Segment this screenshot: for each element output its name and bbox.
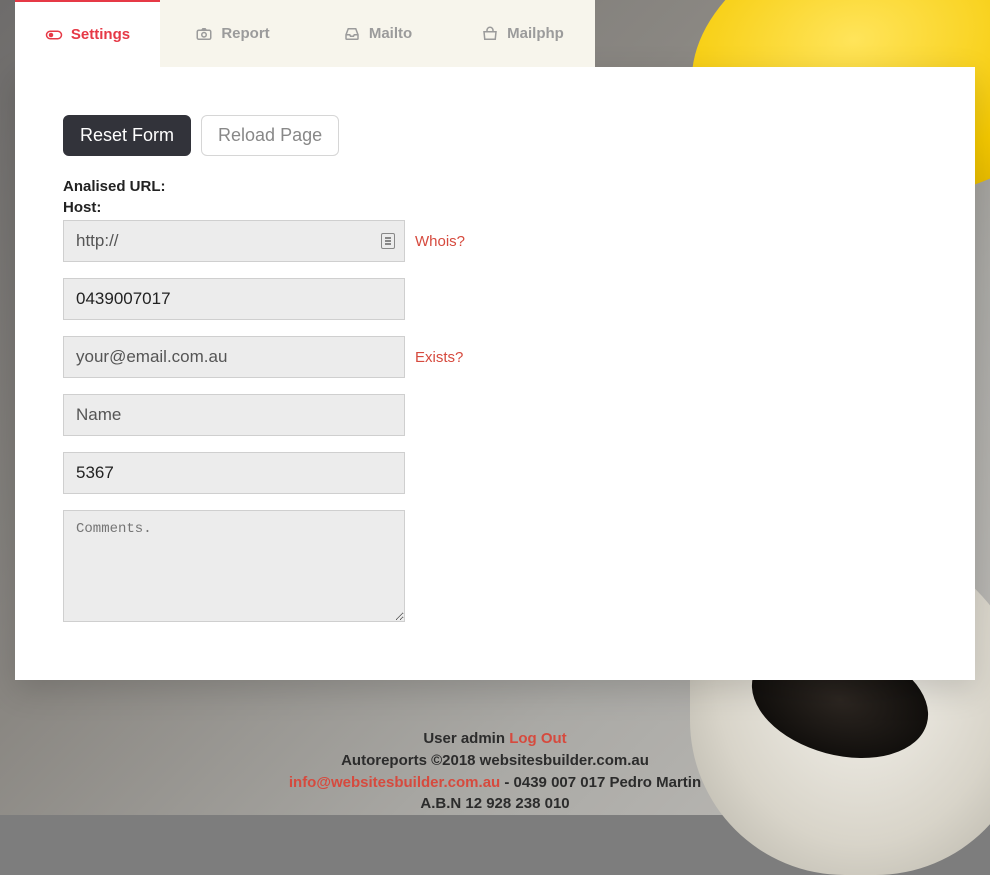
- footer-email-link[interactable]: info@websitesbuilder.com.au: [289, 774, 500, 791]
- email-input[interactable]: [63, 336, 405, 378]
- tab-label: Mailto: [369, 25, 412, 42]
- exists-link[interactable]: Exists?: [415, 349, 463, 366]
- inbox-icon: [343, 25, 361, 43]
- name-input[interactable]: [63, 394, 405, 436]
- logout-link[interactable]: Log Out: [509, 730, 566, 747]
- analised-url-label: Analised URL:: [63, 178, 927, 195]
- toggle-icon: [45, 26, 63, 44]
- footer-contact: - 0439 007 017 Pedro Martin: [500, 774, 701, 791]
- reset-form-button[interactable]: Reset Form: [63, 115, 191, 156]
- footer-user: User admin: [423, 730, 509, 747]
- comments-textarea[interactable]: [63, 510, 405, 622]
- settings-panel: Reset Form Reload Page Analised URL: Hos…: [15, 67, 975, 680]
- host-input[interactable]: [63, 220, 405, 262]
- whois-link[interactable]: Whois?: [415, 233, 465, 250]
- tab-report[interactable]: Report: [160, 0, 305, 67]
- phone-input[interactable]: [63, 278, 405, 320]
- footer: User admin Log Out Autoreports ©2018 web…: [0, 680, 990, 815]
- pin-input[interactable]: [63, 452, 405, 494]
- tab-mailphp[interactable]: Mailphp: [450, 0, 595, 67]
- tab-mailto[interactable]: Mailto: [305, 0, 450, 67]
- shop-icon: [481, 25, 499, 43]
- host-label: Host:: [63, 199, 927, 216]
- tab-settings[interactable]: Settings: [15, 0, 160, 67]
- camera-icon: [195, 25, 213, 43]
- tab-label: Settings: [71, 26, 130, 43]
- footer-abn: A.B.N 12 928 238 010: [0, 793, 990, 815]
- reload-page-button[interactable]: Reload Page: [201, 115, 339, 156]
- tab-label: Report: [221, 25, 269, 42]
- footer-copyright: Autoreports ©2018 websitesbuilder.com.au: [0, 750, 990, 772]
- tab-label: Mailphp: [507, 25, 564, 42]
- tabs-bar: Settings Report Mailto Mailphp: [15, 0, 975, 67]
